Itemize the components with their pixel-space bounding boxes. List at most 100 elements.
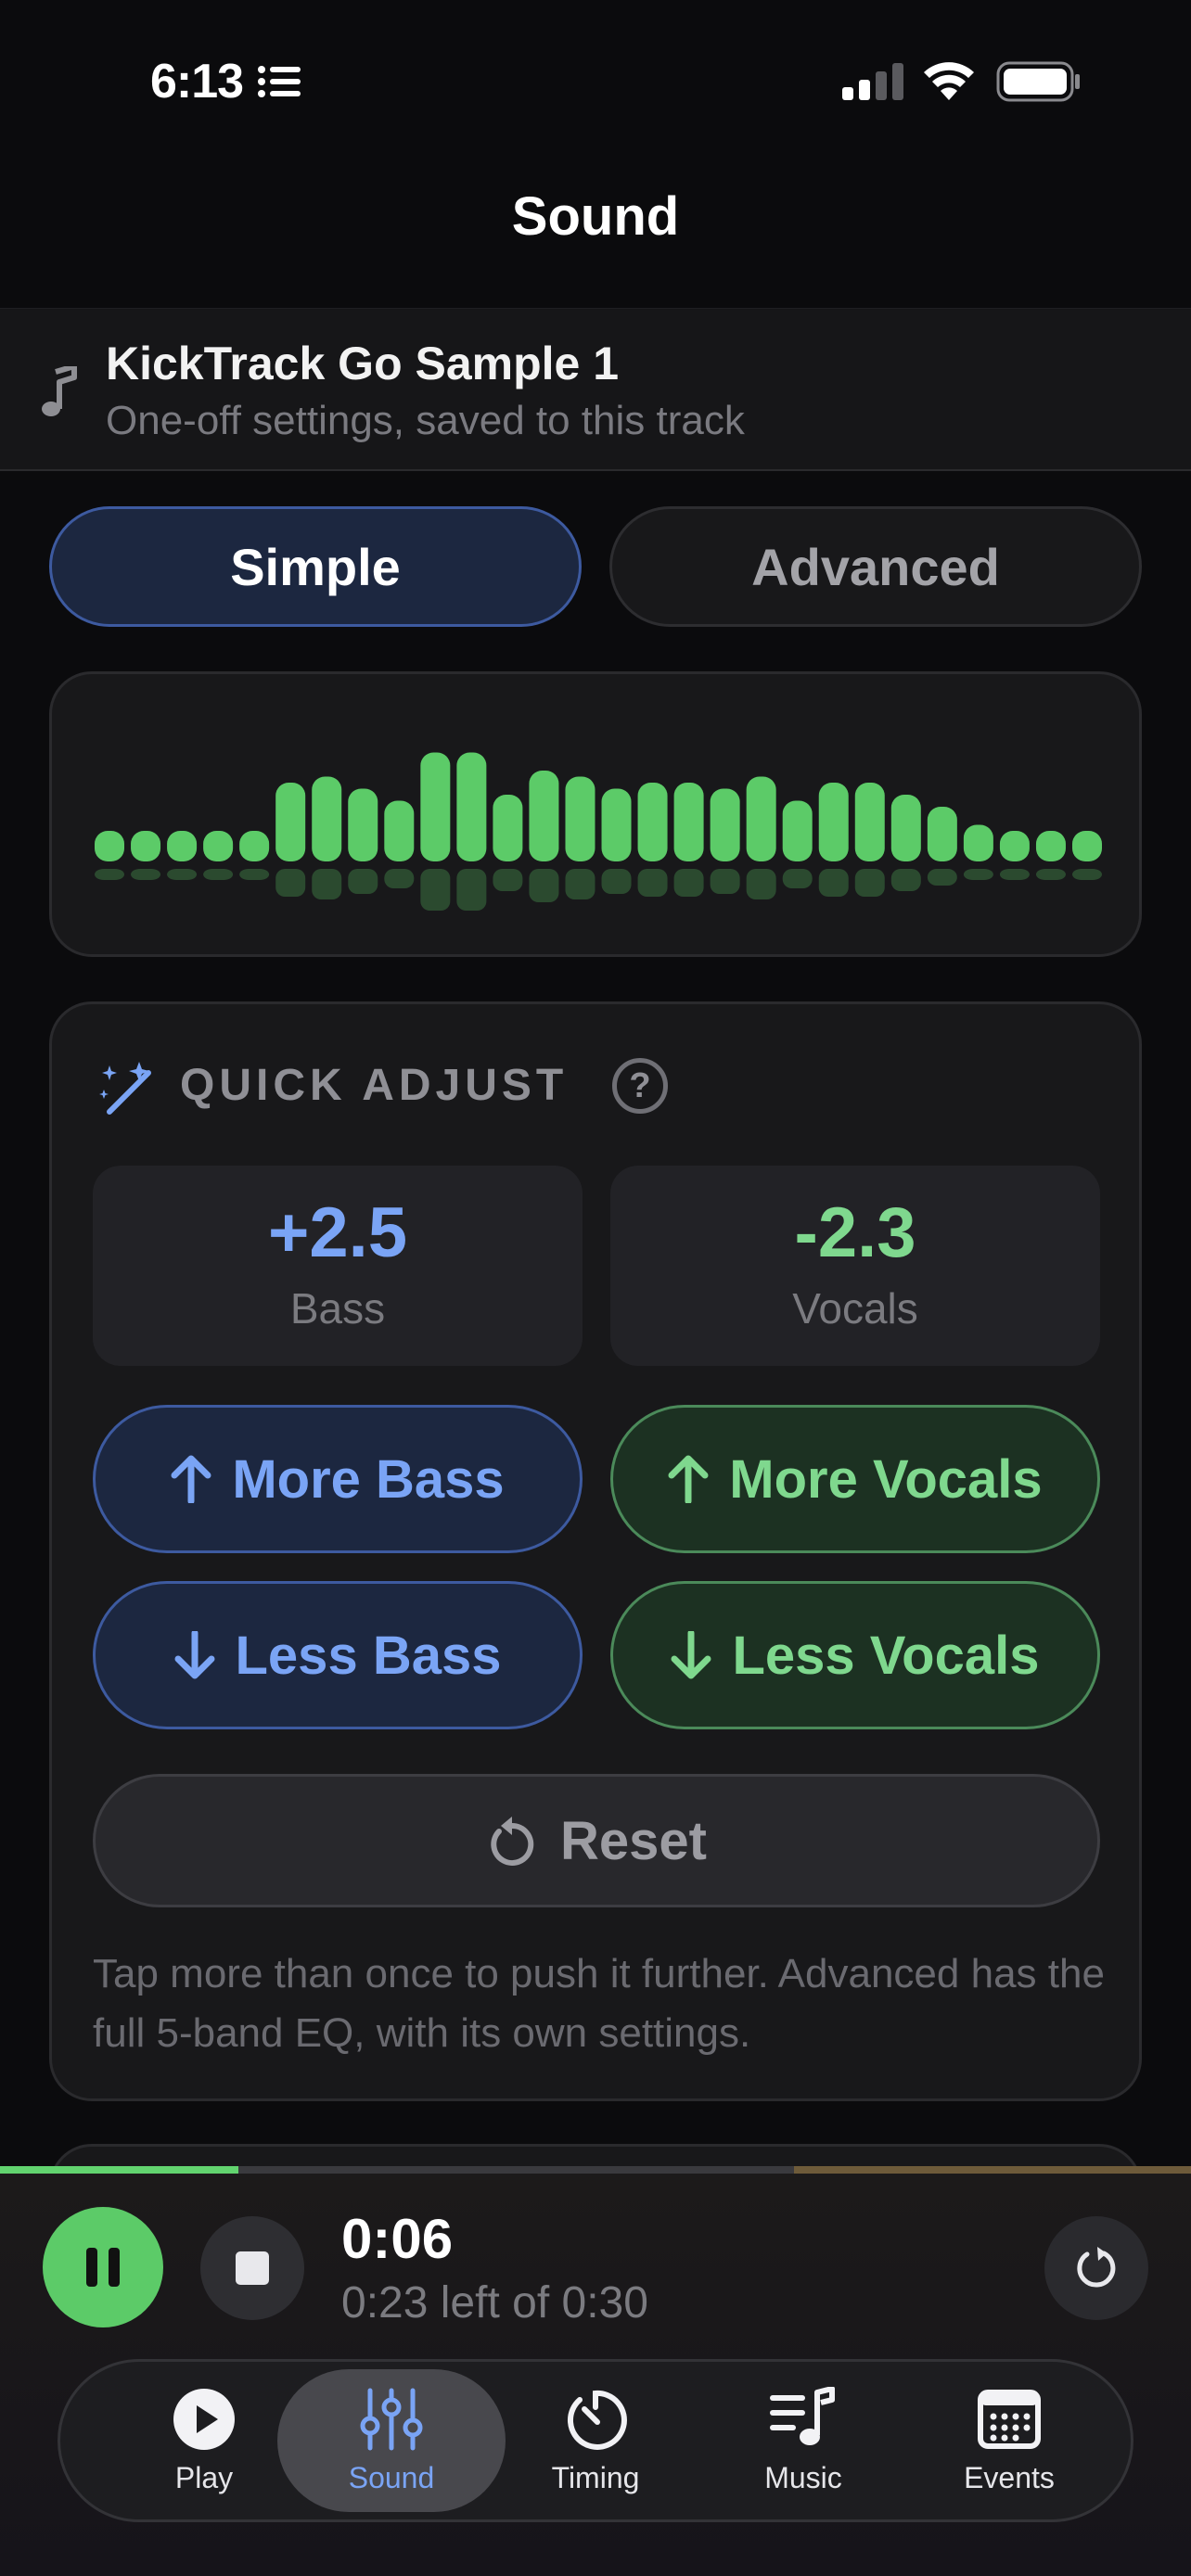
pause-button[interactable] — [43, 2207, 163, 2327]
spectrum-bar-reflection — [312, 869, 342, 899]
spectrum-bar — [854, 783, 885, 861]
elapsed-time: 0:06 — [341, 2208, 454, 2270]
tab-events[interactable]: Events — [906, 2369, 1112, 2512]
spectrum-bar — [131, 831, 161, 861]
spectrum-bar-reflection — [963, 869, 993, 880]
stop-button[interactable] — [200, 2216, 304, 2320]
spectrum-bar — [963, 824, 993, 861]
spectrum-bar-reflection — [854, 869, 885, 897]
spectrum-bar — [565, 776, 596, 861]
spectrum-bar-reflection — [782, 869, 813, 888]
arrow-down-icon — [671, 1631, 711, 1679]
spectrum-bar — [999, 831, 1030, 861]
timer-icon — [568, 2390, 627, 2450]
spectrum-bar — [456, 752, 487, 861]
spectrum-bar-reflection — [746, 869, 776, 899]
spectrum-bar — [239, 831, 270, 861]
arrow-down-icon — [174, 1631, 214, 1679]
spectrum-bar-reflection — [818, 869, 849, 897]
tab-timing[interactable]: Timing — [493, 2369, 698, 2512]
spectrum-bar-reflection — [601, 869, 632, 894]
tab-events-label: Events — [964, 2460, 1055, 2494]
quick-adjust-title: QUICK ADJUST — [180, 1061, 569, 1110]
spectrum-bar-reflection — [1072, 869, 1102, 880]
simple-mode-button[interactable]: Simple — [49, 506, 582, 627]
spectrum-bar-reflection — [275, 869, 306, 897]
calendar-icon — [978, 2389, 1041, 2449]
less-vocals-button[interactable]: Less Vocals — [610, 1581, 1100, 1729]
spectrum-bar-reflection — [384, 869, 415, 888]
less-vocals-label: Less Vocals — [732, 1625, 1040, 1686]
restart-button[interactable] — [1044, 2216, 1148, 2320]
vocals-label: Vocals — [792, 1284, 918, 1333]
battery-icon — [996, 61, 1080, 102]
music-list-icon — [770, 2386, 835, 2445]
bass-value: +2.5 — [267, 1193, 408, 1272]
magic-wand-icon — [99, 1062, 151, 1115]
spectrum-bar-reflection — [529, 869, 559, 902]
less-bass-label: Less Bass — [235, 1625, 502, 1686]
spectrum-bar-reflection — [673, 869, 704, 897]
restart-icon — [1077, 2247, 1116, 2288]
play-icon — [173, 2388, 235, 2450]
more-vocals-label: More Vocals — [729, 1448, 1043, 1510]
spectrum-bar-reflection — [710, 869, 740, 894]
track-subtitle: One-off settings, saved to this track — [106, 398, 745, 443]
cellular-signal-icon — [842, 63, 903, 100]
spectrum-bar — [927, 807, 957, 861]
spectrum-bar — [637, 783, 668, 861]
spectrum-bar — [312, 776, 342, 861]
tab-music-label: Music — [764, 2460, 842, 2494]
tab-play-label: Play — [174, 2460, 234, 2494]
reset-button[interactable]: Reset — [93, 1774, 1100, 1907]
tab-play[interactable]: Play — [101, 2369, 307, 2512]
more-bass-button[interactable]: More Bass — [93, 1405, 583, 1553]
tab-sound[interactable]: Sound — [277, 2369, 506, 2512]
spectrum-bar-reflection — [348, 869, 378, 894]
vocals-value: -2.3 — [794, 1193, 916, 1272]
spectrum-bar-reflection — [131, 869, 161, 880]
arrow-up-icon — [171, 1455, 211, 1503]
spectrum-bar — [529, 771, 559, 861]
help-icon[interactable]: ? — [612, 1058, 668, 1114]
track-header: KickTrack Go Sample 1 One-off settings, … — [0, 308, 1191, 471]
spectrum-bar — [167, 831, 198, 861]
spectrum-bar-reflection — [420, 869, 451, 911]
spectrum-bar — [493, 795, 523, 861]
spectrum-bar-reflection — [203, 869, 234, 880]
progress-end-segment — [794, 2166, 1191, 2174]
spectrum-bar-reflection — [927, 869, 957, 886]
list-icon — [258, 66, 301, 97]
stop-icon — [236, 2251, 269, 2285]
more-bass-label: More Bass — [232, 1448, 505, 1510]
spectrum-bar-reflection — [890, 869, 921, 891]
wifi-icon — [924, 62, 974, 100]
spectrum-bar-reflection — [565, 869, 596, 899]
remaining-time: 0:23 left of 0:30 — [341, 2278, 648, 2327]
spectrum-bar-reflection — [1035, 869, 1066, 880]
reset-icon — [491, 1817, 534, 1866]
spectrum-bar-reflection — [95, 869, 124, 880]
spectrum-bar — [384, 800, 415, 861]
spectrum-bar-reflection — [493, 869, 523, 891]
spectrum-bar — [818, 783, 849, 861]
page-title: Sound — [511, 186, 680, 247]
now-playing-bar: 0:06 0:23 left of 0:30 Play Sound Timing… — [0, 2166, 1191, 2576]
tab-timing-label: Timing — [551, 2460, 640, 2494]
spectrum-bar — [275, 783, 306, 861]
more-vocals-button[interactable]: More Vocals — [610, 1405, 1100, 1553]
spectrum-bar — [782, 800, 813, 861]
spectrum-bar — [601, 788, 632, 861]
pause-icon — [86, 2248, 120, 2287]
tab-bar: Play Sound Timing Music Events — [58, 2359, 1133, 2522]
track-title: KickTrack Go Sample 1 — [106, 338, 620, 389]
tab-music[interactable]: Music — [700, 2369, 906, 2512]
quick-adjust-card: QUICK ADJUST ? +2.5 Bass -2.3 Vocals Mor… — [49, 1001, 1142, 2101]
vocals-value-box: -2.3 Vocals — [610, 1166, 1100, 1366]
progress-played — [0, 2166, 238, 2174]
spectrum-bar-reflection — [456, 869, 487, 911]
advanced-mode-button[interactable]: Advanced — [609, 506, 1142, 627]
spectrum-bar — [710, 788, 740, 861]
less-bass-button[interactable]: Less Bass — [93, 1581, 583, 1729]
spectrum-bar — [1035, 831, 1066, 861]
